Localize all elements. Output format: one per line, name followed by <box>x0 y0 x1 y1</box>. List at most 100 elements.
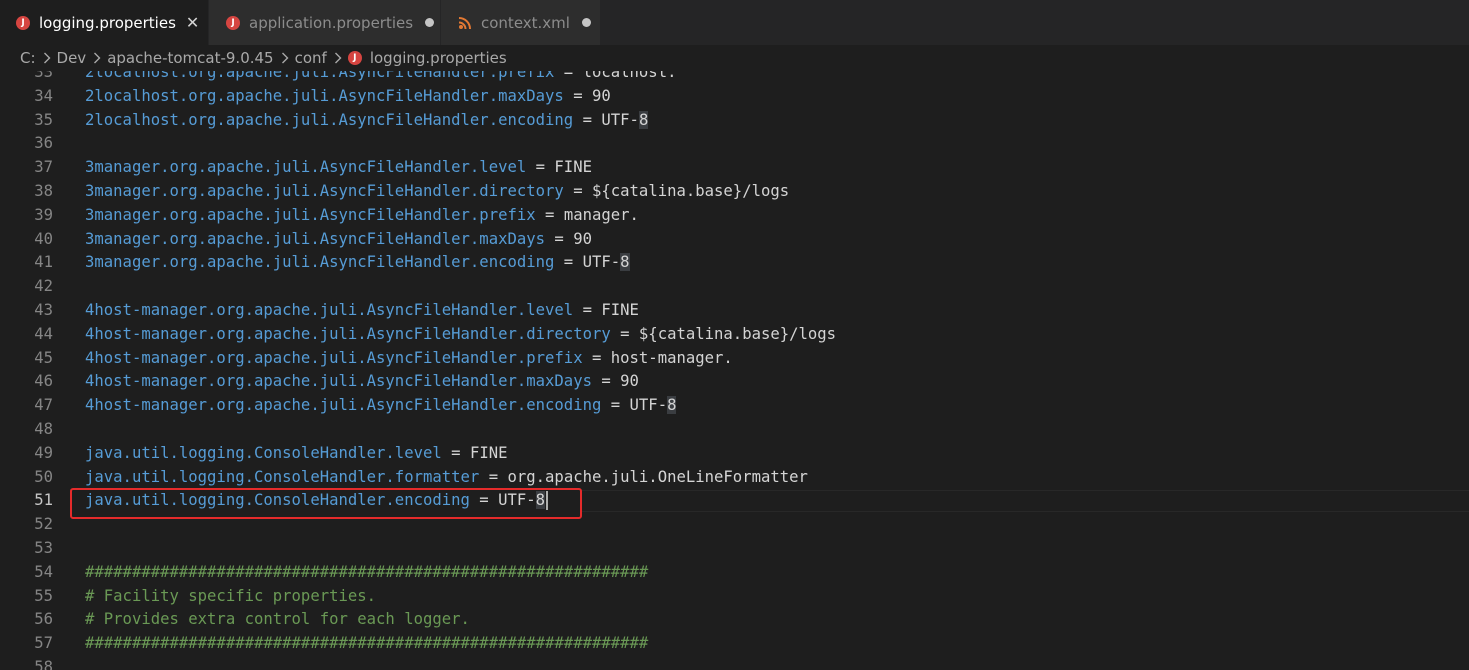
code-line[interactable]: 54 ######################################… <box>0 561 1469 585</box>
code-line[interactable]: 53 <box>0 537 1469 561</box>
code-line[interactable]: 35 2localhost.org.apache.juli.AsyncFileHa… <box>0 109 1469 133</box>
code-line[interactable]: 33 2localhost.org.apache.juli.AsyncFileHa… <box>0 71 1469 85</box>
code-line[interactable]: 36 <box>0 132 1469 156</box>
assignment-operator: = <box>554 71 583 81</box>
code-line[interactable]: 56 # Provides extra control for each logg… <box>0 608 1469 632</box>
line-content[interactable]: 3manager.org.apache.juli.AsyncFileHandle… <box>85 228 592 252</box>
property-value: org.apache.juli.OneLineFormatter <box>507 467 808 486</box>
property-value: FINE <box>469 443 508 462</box>
line-number: 37 <box>34 158 53 177</box>
assignment-operator: = <box>563 86 592 105</box>
assignment-operator: = <box>610 324 639 343</box>
breadcrumb-item-drive[interactable]: C: <box>20 49 36 67</box>
tab-application-properties[interactable]: J application.properties <box>209 0 440 45</box>
property-value: UTF- <box>601 110 639 129</box>
property-value: 90 <box>573 229 592 248</box>
matched-highlight: 8 <box>620 253 630 272</box>
assignment-operator: = <box>573 110 602 129</box>
property-key: 3manager.org.apache.juli.AsyncFileHandle… <box>85 158 527 177</box>
property-value: UTF- <box>629 396 668 415</box>
property-key: 3manager.org.apache.juli.AsyncFileHandle… <box>85 229 546 248</box>
property-key: 2localhost.org.apache.juli.AsyncFileHand… <box>85 110 574 129</box>
line-number: 34 <box>34 86 53 105</box>
property-value: ${catalina.base}/logs <box>638 324 837 343</box>
code-line[interactable]: 41 3manager.org.apache.juli.AsyncFileHand… <box>0 251 1469 275</box>
code-line[interactable]: 55 # Facility specific properties. <box>0 585 1469 609</box>
tab-label: context.xml <box>481 13 570 32</box>
line-content[interactable]: 4host-manager.org.apache.juli.AsyncFileH… <box>85 299 639 323</box>
property-value: UTF- <box>498 491 536 510</box>
tab-label: application.properties <box>249 13 414 32</box>
line-content[interactable]: ########################################… <box>85 561 648 585</box>
line-content[interactable]: 2localhost.org.apache.juli.AsyncFileHand… <box>85 109 649 133</box>
line-number: 46 <box>34 372 53 391</box>
matched-highlight: 8 <box>638 110 649 129</box>
java-file-icon: J <box>16 15 30 30</box>
line-content[interactable]: 3manager.org.apache.juli.AsyncFileHandle… <box>85 180 789 204</box>
code-line[interactable]: 45 4host-manager.org.apache.juli.AsyncFil… <box>0 347 1469 371</box>
property-key: 4host-manager.org.apache.juli.AsyncFileH… <box>85 300 574 319</box>
text-cursor <box>546 491 549 511</box>
line-content[interactable]: 4host-manager.org.apache.juli.AsyncFileH… <box>85 347 733 371</box>
property-key: 4host-manager.org.apache.juli.AsyncFileH… <box>85 324 611 343</box>
code-line[interactable]: 37 3manager.org.apache.juli.AsyncFileHand… <box>0 156 1469 180</box>
code-line[interactable]: 47 4host-manager.org.apache.juli.AsyncFil… <box>0 394 1469 418</box>
assignment-operator: = <box>591 372 621 391</box>
property-key: 2localhost.org.apache.juli.AsyncFileHand… <box>85 86 564 105</box>
line-content[interactable]: 2localhost.org.apache.juli.AsyncFileHand… <box>85 71 676 85</box>
code-line[interactable]: 49 java.util.logging.ConsoleHandler.level… <box>0 442 1469 466</box>
code-line[interactable]: 58 <box>0 656 1469 670</box>
code-line[interactable]: 44 4host-manager.org.apache.juli.AsyncFil… <box>0 323 1469 347</box>
line-content[interactable]: java.util.logging.ConsoleHandler.level =… <box>85 442 508 466</box>
tab-context-xml[interactable]: context.xml <box>441 0 600 45</box>
code-lines[interactable]: 33 2localhost.org.apache.juli.AsyncFileHa… <box>0 71 1469 670</box>
unsaved-dot-icon[interactable] <box>425 18 435 27</box>
line-content[interactable]: 4host-manager.org.apache.juli.AsyncFileH… <box>85 370 639 394</box>
line-number: 50 <box>34 467 53 486</box>
line-number: 38 <box>34 181 53 200</box>
line-content[interactable]: java.util.logging.ConsoleHandler.formatt… <box>85 466 808 490</box>
property-value: FINE <box>601 300 639 319</box>
line-number: 35 <box>34 110 53 129</box>
matched-highlight: 8 <box>667 396 677 415</box>
code-line[interactable]: 40 3manager.org.apache.juli.AsyncFileHand… <box>0 228 1469 252</box>
code-line[interactable]: 34 2localhost.org.apache.juli.AsyncFileHa… <box>0 85 1469 109</box>
close-icon[interactable]: ✕ <box>186 14 199 31</box>
breadcrumb-item-dev[interactable]: Dev <box>57 49 87 67</box>
code-line[interactable]: 57 ######################################… <box>0 632 1469 656</box>
line-number: 49 <box>34 443 53 462</box>
line-content[interactable]: 3manager.org.apache.juli.AsyncFileHandle… <box>85 204 639 228</box>
code-line[interactable]: 50 java.util.logging.ConsoleHandler.forma… <box>0 466 1469 490</box>
code-line[interactable]: 39 3manager.org.apache.juli.AsyncFileHand… <box>0 204 1469 228</box>
line-content[interactable]: 4host-manager.org.apache.juli.AsyncFileH… <box>85 394 677 418</box>
property-key: java.util.logging.ConsoleHandler.formatt… <box>85 467 480 486</box>
tab-label: logging.properties <box>39 13 176 32</box>
code-line[interactable]: 52 <box>0 513 1469 537</box>
line-number: 36 <box>34 134 53 153</box>
assignment-operator: = <box>441 443 470 462</box>
line-number: 48 <box>34 419 53 438</box>
line-content[interactable]: 4host-manager.org.apache.juli.AsyncFileH… <box>85 323 836 347</box>
tab-logging-properties[interactable]: J logging.properties ✕ <box>0 0 208 45</box>
code-line[interactable]: 38 3manager.org.apache.juli.AsyncFileHand… <box>0 180 1469 204</box>
line-content[interactable]: java.util.logging.ConsoleHandler.encodin… <box>85 489 549 513</box>
breadcrumb-item-tomcat[interactable]: apache-tomcat-9.0.45 <box>107 49 273 67</box>
code-line[interactable]: 48 <box>0 418 1469 442</box>
code-line[interactable]: 42 <box>0 275 1469 299</box>
breadcrumb-item-file[interactable]: logging.properties <box>370 49 507 67</box>
code-line[interactable]: 43 4host-manager.org.apache.juli.AsyncFil… <box>0 299 1469 323</box>
unsaved-dot-icon[interactable] <box>581 18 591 27</box>
line-content[interactable]: 3manager.org.apache.juli.AsyncFileHandle… <box>85 251 630 275</box>
line-content[interactable]: 2localhost.org.apache.juli.AsyncFileHand… <box>85 85 611 109</box>
line-content[interactable]: ########################################… <box>85 632 648 656</box>
line-content[interactable]: 3manager.org.apache.juli.AsyncFileHandle… <box>85 156 592 180</box>
property-key: 3manager.org.apache.juli.AsyncFileHandle… <box>85 181 564 200</box>
line-number: 52 <box>34 515 53 534</box>
assignment-operator: = <box>526 158 555 177</box>
code-editor[interactable]: 33 2localhost.org.apache.juli.AsyncFileHa… <box>0 71 1469 670</box>
line-content[interactable]: # Provides extra control for each logger… <box>85 608 470 632</box>
breadcrumb-item-conf[interactable]: conf <box>295 49 327 67</box>
code-line[interactable]: 51 java.util.logging.ConsoleHandler.encod… <box>0 489 1469 513</box>
line-content[interactable]: # Facility specific properties. <box>85 585 376 609</box>
code-line[interactable]: 46 4host-manager.org.apache.juli.AsyncFil… <box>0 370 1469 394</box>
